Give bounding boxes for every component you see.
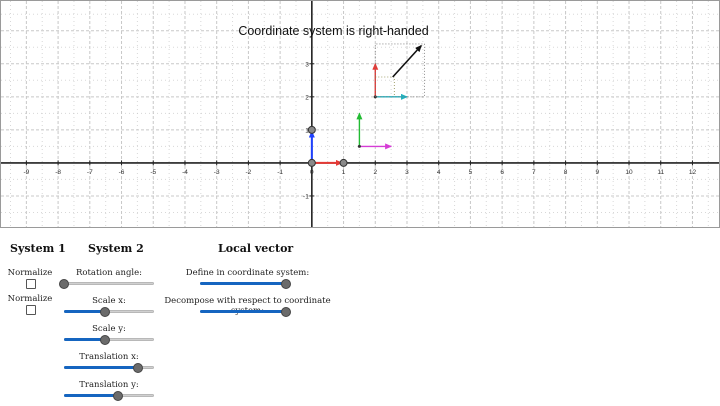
- normalize-u-checkbox[interactable]: [26, 279, 36, 289]
- system2-heading: System 2: [88, 242, 144, 255]
- normalize-v-checkbox[interactable]: [26, 305, 36, 315]
- scale-y-label: Scale y:: [92, 324, 126, 334]
- origin-handle: [307, 158, 316, 167]
- x-tick-label: -4: [182, 169, 188, 176]
- slider-fill: [64, 394, 118, 397]
- decomposition-box: [374, 43, 425, 98]
- slider-thumb[interactable]: [99, 335, 110, 345]
- translation-x-label: Translation x:: [79, 352, 139, 362]
- rotation-angle-label: Rotation angle:: [75, 268, 143, 278]
- translation-x-slider[interactable]: [64, 363, 154, 373]
- rotation-angle-slider[interactable]: [59, 279, 154, 289]
- define-in-system-slider[interactable]: [200, 279, 291, 289]
- scale-x-label: Scale x:: [92, 296, 126, 306]
- slider-track: [64, 282, 154, 285]
- local-vector-heading: Local vector: [218, 242, 294, 255]
- slider-thumb[interactable]: [280, 307, 291, 317]
- x-tick-label: -8: [55, 169, 61, 176]
- slider-thumb[interactable]: [280, 279, 291, 289]
- x-tick-label: 4: [437, 169, 441, 176]
- x-tick-label: 2: [373, 169, 377, 176]
- slider-fill: [64, 366, 138, 369]
- x-tick-label: 5: [469, 169, 473, 176]
- scale-x-slider[interactable]: [64, 307, 154, 317]
- x-tick-label: -7: [87, 169, 93, 176]
- x-tick-label: -1: [277, 169, 283, 176]
- slider-fill: [200, 310, 286, 313]
- slider-thumb[interactable]: [99, 307, 110, 317]
- system1-heading: System 1: [10, 242, 66, 255]
- x-tick-label: 3: [405, 169, 409, 176]
- slider-thumb[interactable]: [113, 391, 123, 401]
- x-tick-label: 1: [342, 169, 346, 176]
- plot-title: Coordinate system is right-handed: [238, 24, 429, 38]
- u-handle: [339, 158, 348, 167]
- y-tick-label: 3: [305, 61, 309, 68]
- decompose-slider[interactable]: [200, 307, 291, 317]
- translation-y-label: Translation y:: [79, 380, 139, 390]
- slider-thumb[interactable]: [132, 363, 143, 373]
- slider-fill: [64, 338, 105, 341]
- y-tick-label: -1: [303, 193, 309, 200]
- y-tick-label: 2: [305, 94, 309, 101]
- x-tick-label: 12: [689, 169, 697, 176]
- define-in-system-label: Define in coordinate system:: [185, 268, 310, 278]
- slider-fill: [200, 282, 286, 285]
- x-tick-label: -5: [150, 169, 156, 176]
- x-tick-label: 11: [657, 169, 664, 176]
- v-handle: [307, 125, 316, 134]
- x-tick-label: 0: [310, 169, 314, 176]
- x-tick-label: 10: [625, 169, 633, 176]
- local-origin-point: [357, 144, 361, 148]
- scale-y-slider[interactable]: [64, 335, 154, 345]
- slider-fill: [64, 310, 105, 313]
- translation-y-slider[interactable]: [64, 391, 154, 401]
- x-tick-label: -6: [119, 169, 125, 176]
- slider-thumb[interactable]: [59, 279, 69, 289]
- x-tick-label: 6: [500, 169, 504, 176]
- x-tick-label: 8: [564, 169, 568, 176]
- x-tick-label: 7: [532, 169, 536, 176]
- x-tick-label: -2: [246, 169, 252, 176]
- coordinate-plot[interactable]: -9 -8 -7 -6 -5 -4 -3 -2 -1 0 1 2 3 4 5 6 7 8 9 10 11 12 3 2 1 -1 …: [0, 0, 720, 228]
- x-tick-label: 9: [595, 169, 599, 176]
- x-tick-label: -3: [214, 169, 220, 176]
- x-tick-label: -9: [23, 169, 29, 176]
